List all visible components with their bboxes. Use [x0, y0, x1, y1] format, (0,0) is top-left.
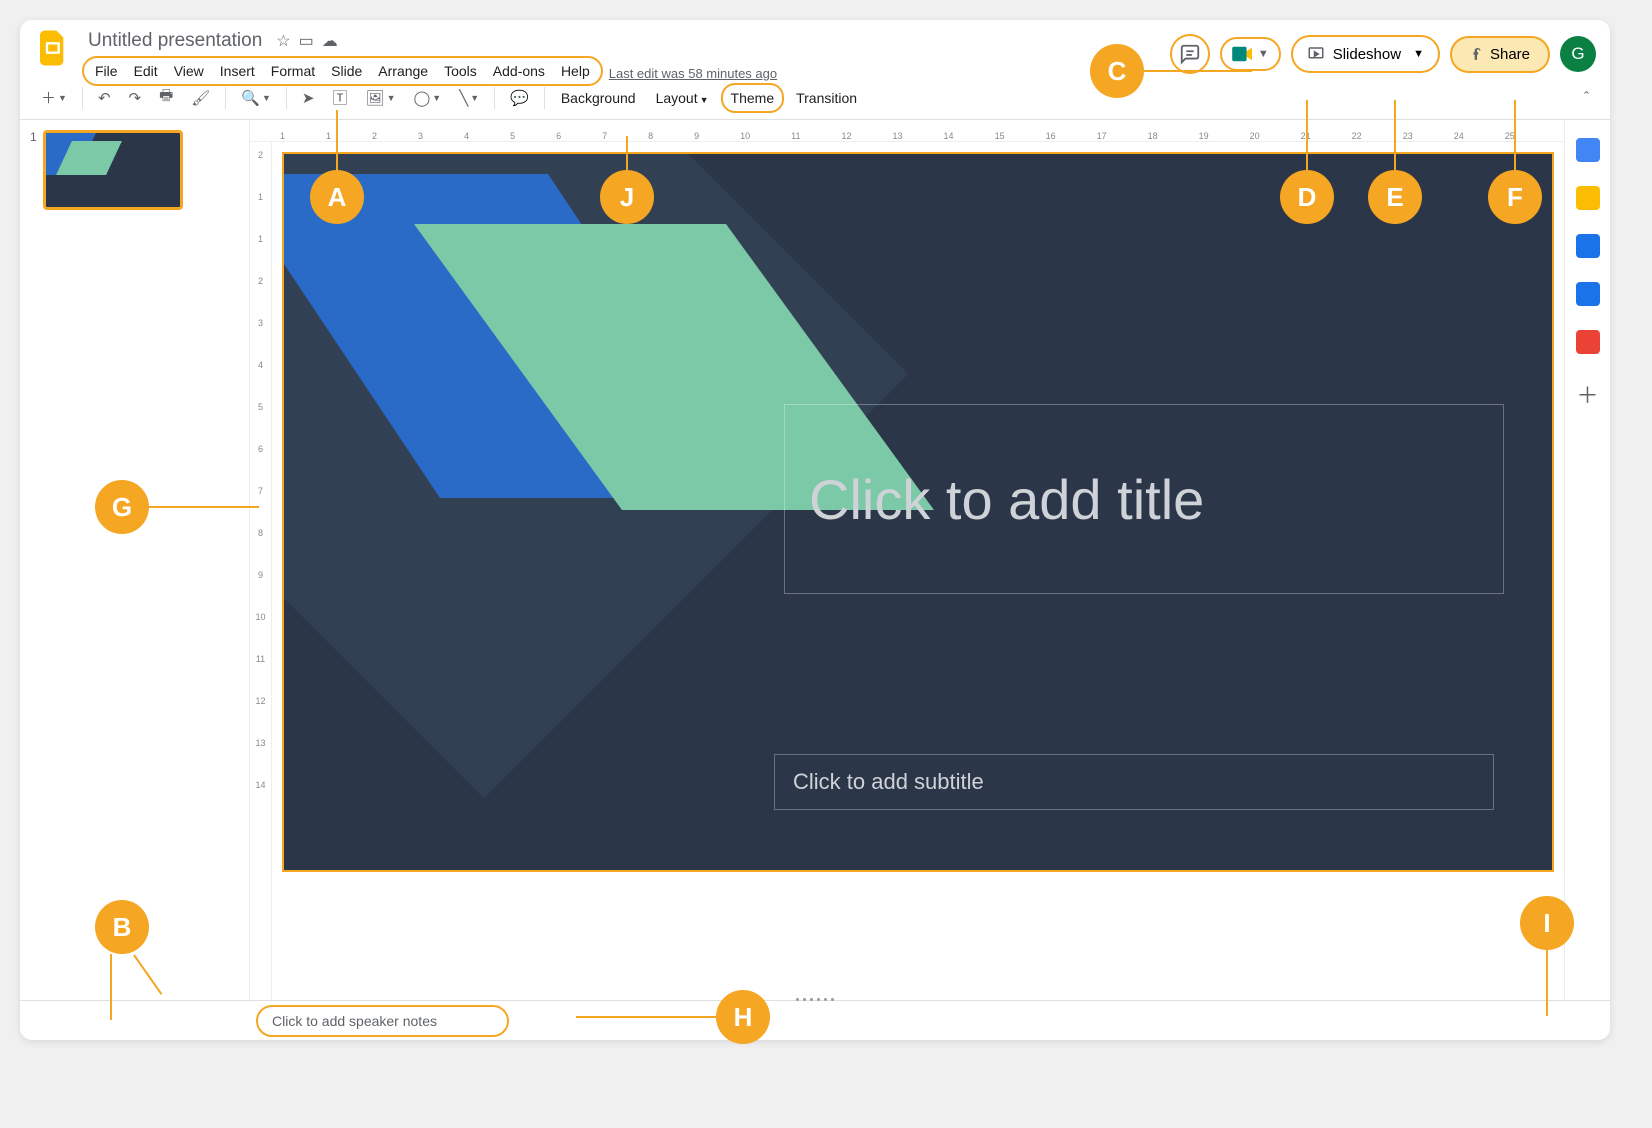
new-slide-button[interactable]: ＋▼ [34, 82, 74, 113]
line-tool[interactable]: ╲▼ [452, 84, 486, 112]
move-icon[interactable]: ▭ [299, 31, 314, 51]
share-label: Share [1490, 46, 1530, 63]
menu-insert[interactable]: Insert [213, 60, 262, 82]
document-title[interactable]: Untitled presentation [82, 28, 268, 54]
header-right: ▼ Slideshow ▼ Share G [1170, 34, 1596, 74]
redo-button[interactable]: ↷ [122, 84, 149, 112]
callout-E: E [1368, 170, 1422, 224]
transition-button[interactable]: Transition [788, 85, 865, 111]
menu-arrange[interactable]: Arrange [371, 60, 435, 82]
notes-resize-handle[interactable] [796, 998, 834, 1004]
thumbnail-row: 1 [30, 130, 239, 210]
comment-history-button[interactable] [1170, 34, 1210, 74]
zoom-button[interactable]: 🔍▼ [234, 84, 278, 112]
slide-thumbnail[interactable] [43, 130, 183, 210]
account-avatar[interactable]: G [1560, 36, 1596, 72]
callout-D: D [1280, 170, 1334, 224]
select-tool[interactable]: ➤ [295, 84, 322, 112]
cloud-status-icon[interactable]: ☁ [322, 31, 338, 51]
filmstrip-panel: 1 [20, 120, 250, 1000]
title-zone: Untitled presentation ☆ ▭ ☁ File Edit Vi… [82, 28, 777, 86]
sidepanel-contacts-icon[interactable] [1576, 282, 1600, 306]
callout-C: C [1090, 44, 1144, 98]
sidepanel-add-icon[interactable]: ＋ [1576, 378, 1600, 402]
callout-F: F [1488, 170, 1542, 224]
speaker-notes-input[interactable]: Click to add speaker notes [256, 1005, 509, 1037]
callout-H: H [716, 990, 770, 1044]
menu-slide[interactable]: Slide [324, 60, 369, 82]
vertical-ruler: 211234567891011121314 [250, 142, 272, 1000]
sidepanel-keep-icon[interactable] [1576, 186, 1600, 210]
thumbnail-index: 1 [30, 130, 37, 210]
horizontal-ruler: 1123456789101112131415161718192021222324… [250, 120, 1564, 142]
side-panel: ＋ [1564, 120, 1610, 1000]
comment-tool[interactable]: 💬 [503, 84, 536, 112]
header: Untitled presentation ☆ ▭ ☁ File Edit Vi… [20, 20, 1610, 76]
image-tool[interactable]: 🖼▼ [359, 84, 403, 112]
callout-J: J [600, 170, 654, 224]
callout-A: A [310, 170, 364, 224]
sidepanel-tasks-icon[interactable] [1576, 234, 1600, 258]
speaker-notes-bar: Click to add speaker notes [20, 1000, 1610, 1040]
shape-tool[interactable]: ◯▼ [406, 84, 448, 112]
menu-tools[interactable]: Tools [437, 60, 484, 82]
textbox-tool[interactable]: 🅃 [326, 82, 355, 113]
collapse-toolbar-icon[interactable]: ˆ [1577, 84, 1596, 111]
callout-G: G [95, 480, 149, 534]
print-button[interactable]: 🖶 [152, 80, 180, 115]
menu-file[interactable]: File [88, 60, 125, 82]
subtitle-placeholder-text: Click to add subtitle [793, 769, 984, 795]
sidepanel-maps-icon[interactable] [1576, 330, 1600, 354]
menu-view[interactable]: View [167, 60, 211, 82]
title-placeholder[interactable]: Click to add title [784, 404, 1504, 594]
slideshow-button[interactable]: Slideshow ▼ [1291, 35, 1440, 73]
callout-I: I [1520, 896, 1574, 950]
edit-status[interactable]: Last edit was 58 minutes ago [609, 66, 777, 81]
menu-help[interactable]: Help [554, 60, 597, 82]
app-window: Untitled presentation ☆ ▭ ☁ File Edit Vi… [20, 20, 1610, 1040]
meet-button[interactable]: ▼ [1220, 37, 1281, 71]
sidepanel-calendar-icon[interactable] [1576, 138, 1600, 162]
title-placeholder-text: Click to add title [809, 467, 1204, 532]
undo-button[interactable]: ↶ [91, 84, 118, 112]
subtitle-placeholder[interactable]: Click to add subtitle [774, 754, 1494, 810]
paint-format-button[interactable]: 🖌 [184, 84, 217, 112]
slideshow-label: Slideshow [1333, 46, 1401, 63]
main-body: 1 11234567891011121314151617181920212223… [20, 120, 1610, 1000]
star-icon[interactable]: ☆ [276, 31, 290, 51]
canvas-area: 1123456789101112131415161718192021222324… [250, 120, 1564, 1000]
menu-edit[interactable]: Edit [127, 60, 165, 82]
callout-B: B [95, 900, 149, 954]
slide-canvas[interactable]: Click to add title Click to add subtitle [282, 152, 1554, 872]
theme-button[interactable]: Theme [721, 83, 785, 113]
share-button[interactable]: Share [1450, 36, 1550, 73]
background-button[interactable]: Background [553, 85, 644, 111]
slides-logo[interactable] [34, 28, 74, 68]
menu-addons[interactable]: Add-ons [486, 60, 552, 82]
menu-format[interactable]: Format [264, 60, 322, 82]
layout-button[interactable]: Layout▼ [648, 85, 717, 111]
